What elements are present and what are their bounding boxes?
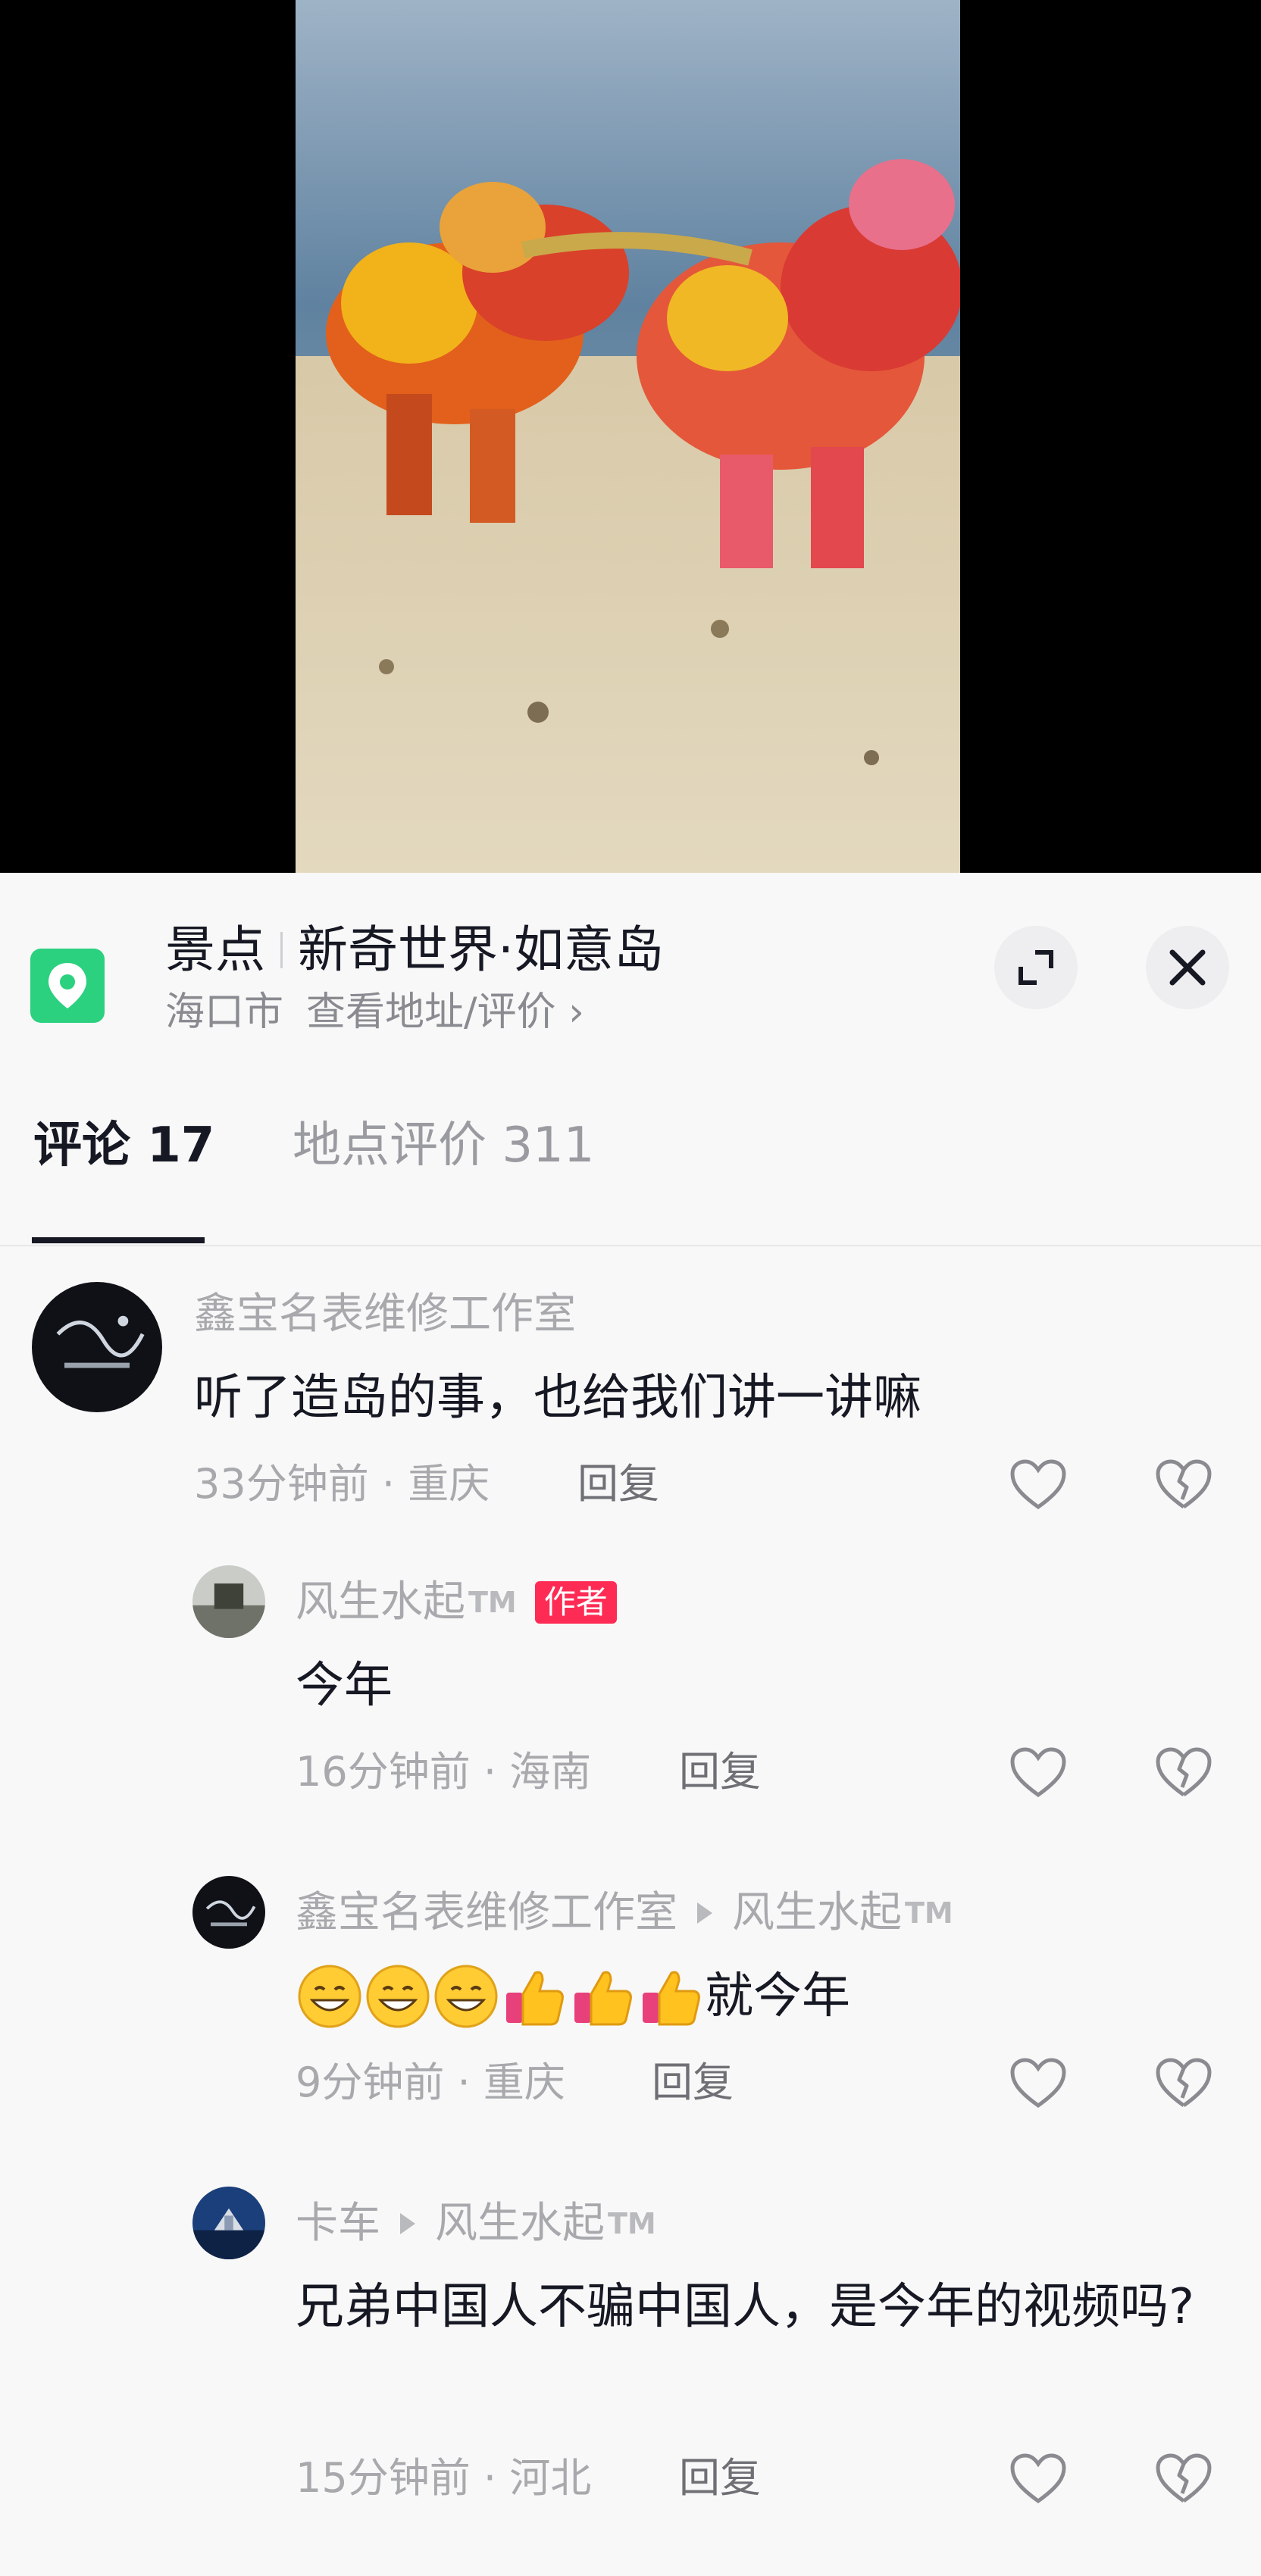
thumbs-up-emoji	[574, 1971, 632, 2026]
comment-author[interactable]: 风生水起 TM 作者	[296, 1576, 617, 1629]
broken-heart-icon	[1156, 2453, 1212, 2503]
location-category: 景点	[165, 921, 265, 979]
avatar[interactable]	[32, 1282, 162, 1412]
video-frame	[296, 0, 960, 873]
dislike-button[interactable]	[1153, 1455, 1214, 1515]
reply-to-user[interactable]: 风生水起	[732, 1887, 902, 1940]
grinning-face-emoji	[434, 1965, 498, 2028]
comment-time-location: 16分钟前 · 海南	[296, 1748, 592, 1796]
reply-button[interactable]: 回复	[577, 1458, 659, 1511]
dislike-button[interactable]	[1153, 1743, 1214, 1803]
active-tab-indicator	[32, 1237, 205, 1243]
map-pin-icon	[30, 949, 105, 1023]
avatar[interactable]	[192, 1876, 265, 1949]
location-city: 海口市	[165, 989, 284, 1035]
location-header[interactable]: 景点 新奇世界·如意岛 海口市 查看地址/评价 ›	[0, 873, 1261, 1055]
close-button[interactable]	[1146, 926, 1229, 1009]
thumbs-up-emoji	[506, 1971, 564, 2026]
grinning-face-emoji	[366, 1965, 430, 2028]
comment-time-location: 9分钟前 · 重庆	[296, 2059, 565, 2106]
comment-author[interactable]: 鑫宝名表维修工作室 风生水起 TM	[296, 1887, 953, 1940]
comment-time-location: 33分钟前 · 重庆	[194, 1460, 490, 1508]
broken-heart-icon	[1156, 1747, 1212, 1797]
like-button[interactable]	[1008, 1455, 1069, 1515]
location-subtitle[interactable]: 海口市 查看地址/评价 ›	[165, 988, 584, 1036]
tab-comments[interactable]: 评论 17	[33, 1115, 214, 1176]
reply-arrow-icon	[697, 1902, 712, 1924]
close-icon	[1169, 949, 1206, 986]
author-badge: 作者	[534, 1581, 617, 1624]
comment-text: 听了造岛的事，也给我们讲一讲嘛	[194, 1370, 922, 1426]
heart-icon	[1010, 2058, 1066, 2109]
reply-button[interactable]: 回复	[679, 2452, 761, 2505]
thumbs-up-emoji	[643, 1971, 700, 2026]
expand-button[interactable]	[994, 926, 1078, 1009]
tabs-divider	[0, 1245, 1261, 1246]
comment-time-location: 15分钟前 · 河北	[296, 2454, 592, 2502]
dislike-button[interactable]	[1153, 2449, 1214, 2509]
comment-author[interactable]: 鑫宝名表维修工作室	[194, 1288, 576, 1341]
comment-text: 就今年	[296, 1959, 1220, 2034]
broken-heart-icon	[1156, 2058, 1212, 2108]
heart-icon	[1010, 1459, 1066, 1510]
location-title[interactable]: 景点 新奇世界·如意岛	[165, 920, 664, 980]
like-button[interactable]	[1008, 2053, 1069, 2114]
expand-icon	[1018, 950, 1053, 985]
location-name: 新奇世界·如意岛	[298, 921, 664, 979]
video-player[interactable]	[0, 0, 1261, 873]
avatar[interactable]	[192, 1565, 265, 1638]
chevron-right-icon: ›	[568, 989, 584, 1035]
reply-button[interactable]: 回复	[652, 2056, 734, 2109]
broken-heart-icon	[1156, 1459, 1212, 1509]
comment-author[interactable]: 卡车 风生水起 TM	[296, 2197, 656, 2250]
reply-arrow-icon	[400, 2213, 415, 2234]
comment-text: 今年	[296, 1658, 393, 1714]
view-address-link[interactable]: 查看地址/评价	[306, 989, 556, 1035]
video-thumbnail	[296, 0, 960, 873]
comment-text: 兄弟中国人不骗中国人，是今年的视频吗?	[296, 2279, 1194, 2335]
avatar[interactable]	[192, 2187, 265, 2259]
heart-icon	[1010, 2453, 1066, 2504]
tab-location-reviews[interactable]: 地点评价 311	[293, 1115, 595, 1176]
comment-text-content: 就今年	[705, 1968, 850, 2024]
grinning-face-emoji	[298, 1965, 361, 2028]
title-separator	[280, 932, 283, 968]
heart-icon	[1010, 1747, 1066, 1798]
like-button[interactable]	[1008, 1743, 1069, 1803]
dislike-button[interactable]	[1153, 2053, 1214, 2114]
reply-button[interactable]: 回复	[679, 1746, 761, 1799]
like-button[interactable]	[1008, 2449, 1069, 2509]
reply-to-user[interactable]: 风生水起	[435, 2197, 605, 2250]
